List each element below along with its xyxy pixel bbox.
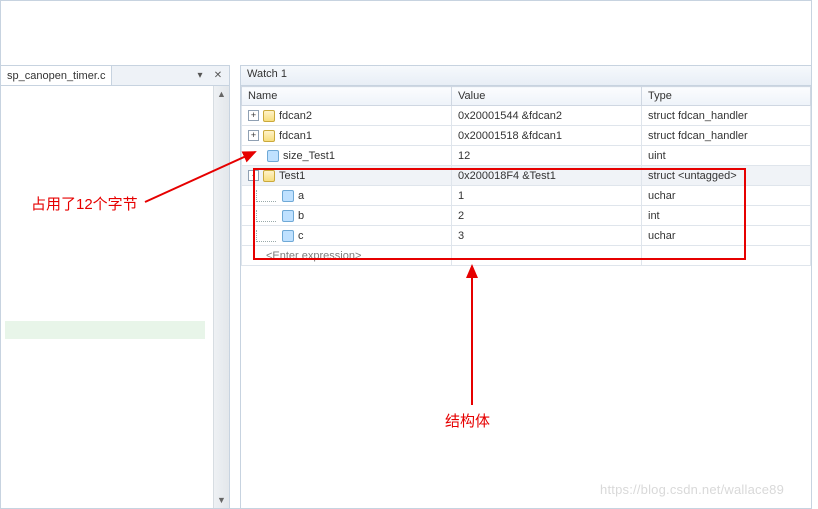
struct-icon <box>263 130 275 142</box>
enter-expression-placeholder[interactable]: <Enter expression> <box>248 250 445 262</box>
left-tabbar: sp_canopen_timer.c ▾ ✕ <box>1 66 229 86</box>
tab-close-icon[interactable]: ✕ <box>211 69 225 83</box>
col-name[interactable]: Name <box>242 87 452 106</box>
struct-icon <box>263 110 275 122</box>
table-row[interactable]: b 2int <box>242 206 811 226</box>
tab-dropdown-icon[interactable]: ▾ <box>193 69 207 83</box>
variable-icon <box>267 150 279 162</box>
row-type: struct fdcan_handler <box>642 106 811 126</box>
scroll-up-icon[interactable]: ▲ <box>214 86 229 102</box>
watch-table: Name Value Type + fdcan2 0x20001544 &fdcan… <box>241 86 811 266</box>
row-value[interactable]: 12 <box>452 146 642 166</box>
watermark-text: https://blog.csdn.net/wallace89 <box>600 482 784 497</box>
col-value[interactable]: Value <box>452 87 642 106</box>
row-type: struct fdcan_handler <box>642 126 811 146</box>
tab-spacer <box>112 66 189 85</box>
table-row[interactable]: + fdcan2 0x20001544 &fdcan2struct fdcan_ha… <box>242 106 811 126</box>
col-type[interactable]: Type <box>642 87 811 106</box>
tree-cell: + fdcan1 <box>248 130 445 142</box>
annotation-left-text: 占用了12个字节 <box>31 193 138 214</box>
expand-icon[interactable]: + <box>248 110 259 121</box>
watch-panel: Watch 1 Name Value Type + fdcan2 0x2000154… <box>240 65 812 509</box>
expand-icon[interactable]: + <box>248 130 259 141</box>
annotation-bottom-text: 结构体 <box>445 410 490 431</box>
tree-cell: a <box>248 190 445 202</box>
row-value[interactable]: 0x200018F4 &Test1 <box>452 166 642 186</box>
tree-cell: - Test1 <box>248 170 445 182</box>
file-tab-label: sp_canopen_timer.c <box>7 70 105 82</box>
enter-expression-row[interactable]: <Enter expression> <box>242 246 811 266</box>
row-name: a <box>298 190 304 202</box>
row-name: fdcan2 <box>279 110 312 122</box>
watch-header-row: Name Value Type <box>242 87 811 106</box>
tree-branch-icon <box>256 190 276 202</box>
left-scrollbar[interactable]: ▲ ▼ <box>213 86 229 508</box>
row-value[interactable]: 3 <box>452 226 642 246</box>
table-row[interactable]: size_Test1 12uint <box>242 146 811 166</box>
tree-branch-icon <box>256 230 276 242</box>
row-value[interactable]: 0x20001518 &fdcan1 <box>452 126 642 146</box>
row-value[interactable]: 1 <box>452 186 642 206</box>
row-name: b <box>298 210 304 222</box>
tree-cell: size_Test1 <box>248 150 445 162</box>
row-value[interactable]: 2 <box>452 206 642 226</box>
left-body: ▲ ▼ <box>1 86 229 508</box>
table-row[interactable]: c 3uchar <box>242 226 811 246</box>
scroll-down-icon[interactable]: ▼ <box>214 492 229 508</box>
row-value[interactable]: 0x20001544 &fdcan2 <box>452 106 642 126</box>
row-type: uchar <box>642 186 811 206</box>
table-row[interactable]: + fdcan1 0x20001518 &fdcan1struct fdcan_ha… <box>242 126 811 146</box>
row-name: fdcan1 <box>279 130 312 142</box>
left-panel: sp_canopen_timer.c ▾ ✕ ▲ ▼ <box>0 65 230 509</box>
green-highlight <box>5 321 205 339</box>
table-row[interactable]: - Test1 0x200018F4 &Test1struct <untagged> <box>242 166 811 186</box>
row-type: uint <box>642 146 811 166</box>
row-name: c <box>298 230 304 242</box>
top-whitespace <box>1 1 811 65</box>
row-type: int <box>642 206 811 226</box>
row-name: size_Test1 <box>283 150 335 162</box>
variable-icon <box>282 230 294 242</box>
tree-cell: c <box>248 230 445 242</box>
row-type: struct <untagged> <box>642 166 811 186</box>
struct-icon <box>263 170 275 182</box>
row-name: Test1 <box>279 170 305 182</box>
tab-controls: ▾ ✕ <box>189 66 229 85</box>
variable-icon <box>282 210 294 222</box>
row-type: uchar <box>642 226 811 246</box>
file-tab[interactable]: sp_canopen_timer.c <box>1 66 112 85</box>
tree-cell: b <box>248 210 445 222</box>
tree-branch-icon <box>256 210 276 222</box>
collapse-icon[interactable]: - <box>248 170 259 181</box>
table-row[interactable]: a 1uchar <box>242 186 811 206</box>
watch-panel-title: Watch 1 <box>241 66 811 86</box>
variable-icon <box>282 190 294 202</box>
tree-cell: + fdcan2 <box>248 110 445 122</box>
